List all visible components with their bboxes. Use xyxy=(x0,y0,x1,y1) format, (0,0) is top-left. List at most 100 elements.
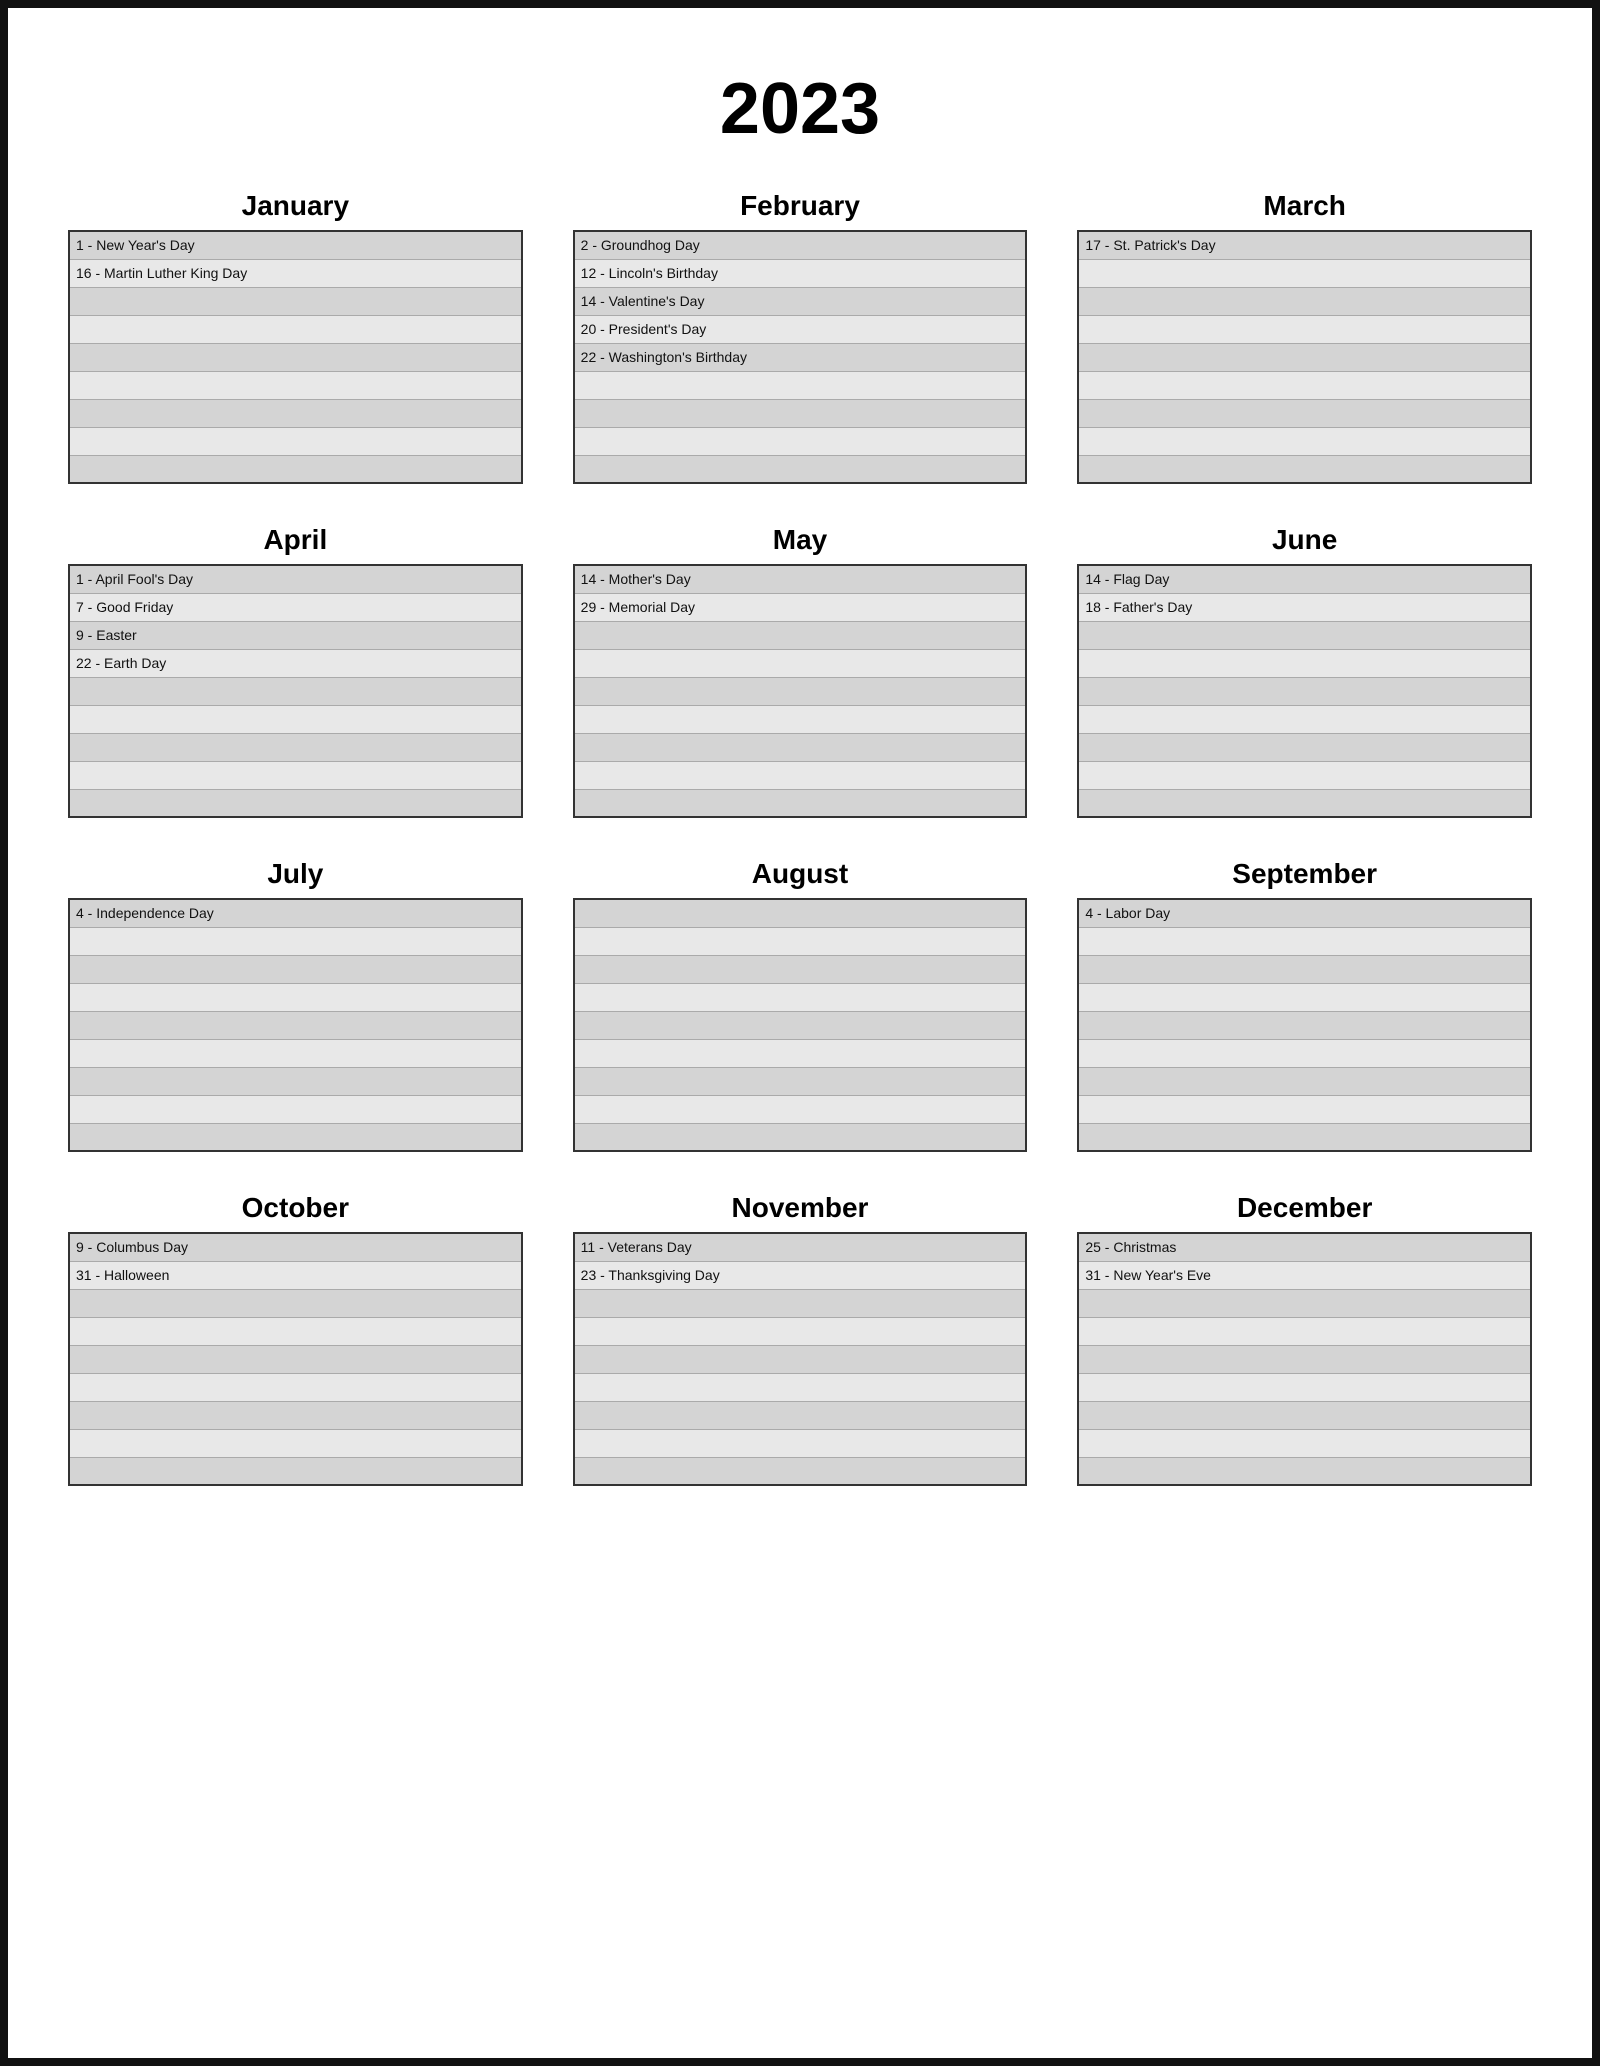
holiday-cell xyxy=(574,1123,1027,1151)
month-block-may: May14 - Mother's Day29 - Memorial Day xyxy=(573,524,1028,818)
holiday-cell xyxy=(1078,927,1531,955)
holiday-cell: 17 - St. Patrick's Day xyxy=(1078,231,1531,259)
holiday-cell xyxy=(1078,983,1531,1011)
month-title-november: November xyxy=(573,1192,1028,1224)
holiday-cell xyxy=(69,1401,522,1429)
holiday-cell: 25 - Christmas xyxy=(1078,1233,1531,1261)
holiday-cell xyxy=(574,983,1027,1011)
table-row xyxy=(69,1039,522,1067)
table-row xyxy=(1078,1457,1531,1485)
holiday-cell xyxy=(1078,1011,1531,1039)
holiday-cell xyxy=(1078,677,1531,705)
holiday-cell xyxy=(574,1011,1027,1039)
month-block-june: June14 - Flag Day18 - Father's Day xyxy=(1077,524,1532,818)
table-row xyxy=(1078,1123,1531,1151)
holiday-cell xyxy=(1078,1123,1531,1151)
table-row: 4 - Independence Day xyxy=(69,899,522,927)
table-row xyxy=(574,1317,1027,1345)
table-row xyxy=(574,677,1027,705)
holiday-cell xyxy=(69,789,522,817)
month-table-february: 2 - Groundhog Day12 - Lincoln's Birthday… xyxy=(573,230,1028,484)
table-row xyxy=(69,983,522,1011)
holiday-cell xyxy=(574,399,1027,427)
table-row xyxy=(69,1123,522,1151)
table-row xyxy=(1078,677,1531,705)
table-row xyxy=(69,677,522,705)
holiday-cell xyxy=(574,899,1027,927)
holiday-cell xyxy=(574,455,1027,483)
table-row xyxy=(1078,1095,1531,1123)
holiday-cell xyxy=(1078,371,1531,399)
month-table-march: 17 - St. Patrick's Day xyxy=(1077,230,1532,484)
table-row xyxy=(574,621,1027,649)
holiday-cell xyxy=(69,315,522,343)
holiday-cell xyxy=(574,1401,1027,1429)
table-row xyxy=(574,1123,1027,1151)
table-row xyxy=(69,371,522,399)
table-row: 14 - Valentine's Day xyxy=(574,287,1027,315)
table-row: 1 - April Fool's Day xyxy=(69,565,522,593)
table-row xyxy=(69,1345,522,1373)
holiday-cell: 20 - President's Day xyxy=(574,315,1027,343)
page-title: 2023 xyxy=(68,68,1532,150)
holiday-cell xyxy=(574,789,1027,817)
table-row: 31 - New Year's Eve xyxy=(1078,1261,1531,1289)
table-row: 7 - Good Friday xyxy=(69,593,522,621)
month-title-october: October xyxy=(68,1192,523,1224)
holiday-cell: 18 - Father's Day xyxy=(1078,593,1531,621)
holiday-cell: 1 - April Fool's Day xyxy=(69,565,522,593)
holiday-cell: 14 - Mother's Day xyxy=(574,565,1027,593)
table-row: 9 - Easter xyxy=(69,621,522,649)
table-row xyxy=(574,789,1027,817)
holiday-cell: 31 - New Year's Eve xyxy=(1078,1261,1531,1289)
holiday-cell xyxy=(69,427,522,455)
holiday-cell xyxy=(574,1457,1027,1485)
holiday-cell: 7 - Good Friday xyxy=(69,593,522,621)
table-row xyxy=(69,315,522,343)
table-row xyxy=(574,705,1027,733)
table-row xyxy=(1078,427,1531,455)
holiday-cell xyxy=(69,927,522,955)
holiday-cell: 11 - Veterans Day xyxy=(574,1233,1027,1261)
calendar-grid: January1 - New Year's Day16 - Martin Lut… xyxy=(68,190,1532,1486)
holiday-cell xyxy=(1078,705,1531,733)
holiday-cell: 2 - Groundhog Day xyxy=(574,231,1027,259)
holiday-cell xyxy=(69,1011,522,1039)
table-row xyxy=(1078,1317,1531,1345)
month-table-august xyxy=(573,898,1028,1152)
table-row xyxy=(574,1011,1027,1039)
table-row xyxy=(69,1067,522,1095)
table-row xyxy=(574,1457,1027,1485)
table-row: 4 - Labor Day xyxy=(1078,899,1531,927)
holiday-cell xyxy=(1078,1289,1531,1317)
holiday-cell xyxy=(1078,621,1531,649)
table-row xyxy=(1078,983,1531,1011)
table-row: 23 - Thanksgiving Day xyxy=(574,1261,1027,1289)
holiday-cell: 1 - New Year's Day xyxy=(69,231,522,259)
holiday-cell xyxy=(574,1039,1027,1067)
holiday-cell xyxy=(574,733,1027,761)
month-block-october: October9 - Columbus Day31 - Halloween xyxy=(68,1192,523,1486)
month-block-november: November 11 - Veterans Day23 - Thanksgivi… xyxy=(573,1192,1028,1486)
holiday-cell xyxy=(69,705,522,733)
holiday-cell xyxy=(69,1289,522,1317)
holiday-cell xyxy=(1078,761,1531,789)
month-block-march: March17 - St. Patrick's Day xyxy=(1077,190,1532,484)
table-row: 18 - Father's Day xyxy=(1078,593,1531,621)
holiday-cell xyxy=(69,1345,522,1373)
table-row xyxy=(69,343,522,371)
table-row xyxy=(574,371,1027,399)
table-row xyxy=(1078,1039,1531,1067)
table-row xyxy=(574,955,1027,983)
table-row xyxy=(574,1289,1027,1317)
month-table-july: 4 - Independence Day xyxy=(68,898,523,1152)
table-row xyxy=(1078,1011,1531,1039)
table-row: 25 - Christmas xyxy=(1078,1233,1531,1261)
holiday-cell xyxy=(1078,1373,1531,1401)
holiday-cell xyxy=(1078,1095,1531,1123)
table-row xyxy=(69,1373,522,1401)
table-row xyxy=(574,899,1027,927)
holiday-cell xyxy=(1078,343,1531,371)
holiday-cell xyxy=(69,371,522,399)
table-row xyxy=(574,1345,1027,1373)
